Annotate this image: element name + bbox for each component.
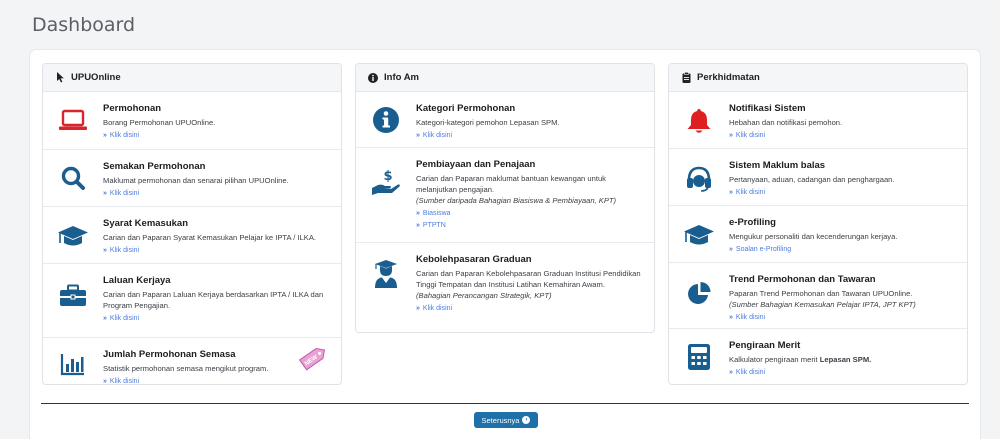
list-item-notifikasi: Notifikasi Sistem Hebahan dan notifikasi… — [669, 92, 967, 149]
item-desc: Hebahan dan notifikasi pemohon. — [729, 118, 843, 127]
biasiswa-link[interactable]: » Biasiswa — [416, 209, 646, 219]
item-title: Syarat Kemasukan — [103, 218, 189, 229]
divider — [41, 403, 969, 404]
klik-disini-link[interactable]: » Klik disini — [416, 131, 646, 141]
briefcase-icon — [57, 280, 89, 312]
klik-disini-link[interactable]: » Klik disini — [103, 189, 333, 199]
soalan-eprofiling-link[interactable]: » Soalan e-Profiling — [729, 245, 959, 255]
chevron-right-icon: › — [522, 416, 531, 424]
item-desc: Carian dan Paparan Laluan Kerjaya berdas… — [103, 290, 324, 310]
item-desc: Pertanyaan, aduan, cadangan dan pengharg… — [729, 175, 895, 184]
list-item-permohonan: Permohonan Borang Permohonan UPUOnline. … — [43, 92, 341, 150]
list-item-syarat: Syarat Kemasukan Carian dan Paparan Syar… — [43, 207, 341, 264]
item-desc: Maklumat permohonan dan senarai pilihan … — [103, 176, 289, 185]
item-title: Kebolehpasaran Graduan — [416, 254, 532, 265]
card-header-perkhidmatan: Perkhidmatan — [669, 64, 967, 92]
item-desc: Kalkulator pengiraan merit Lepasan SPM. — [729, 355, 872, 364]
klik-disini-link[interactable]: » Klik disini — [103, 131, 333, 141]
item-title: Notifikasi Sistem — [729, 103, 806, 114]
item-source: (Sumber daripada Bahagian Biasiswa & Pem… — [416, 196, 617, 205]
item-source: (Bahagian Perancangan Strategik, KPT) — [416, 291, 552, 300]
hand-dollar-icon: $ — [370, 166, 402, 198]
item-title: Kategori Permohonan — [416, 103, 516, 114]
item-title: Pembiayaan dan Penajaan — [416, 159, 536, 170]
dashboard-page: Dashboard UPUOnline Permohonan Borang Pe… — [0, 0, 1000, 439]
item-title: Pengiraan Merit — [729, 340, 801, 351]
item-source: (Sumber Bahagian Kemasukan Pelajar IPTA,… — [729, 300, 916, 309]
card-title: Perkhidmatan — [697, 72, 760, 83]
item-title: Semakan Permohonan — [103, 161, 206, 172]
list-item-pembiayaan: $ Pembiayaan dan Penajaan Carian dan Pap… — [356, 148, 654, 243]
item-title: e-Profiling — [729, 217, 776, 228]
item-title: Laluan Kerjaya — [103, 275, 171, 286]
list-item-laluan: Laluan Kerjaya Carian dan Paparan Laluan… — [43, 264, 341, 338]
pie-chart-icon — [683, 278, 715, 310]
list-item-jumlah: Jumlah Permohonan Semasa Statistik permo… — [43, 338, 341, 384]
info-circle-icon — [370, 104, 402, 136]
cursor-pointer-icon — [54, 72, 66, 84]
info-circle-icon — [367, 72, 379, 84]
item-title: Trend Permohonan dan Tawaran — [729, 274, 876, 285]
card-header-info-am: Info Am — [356, 64, 654, 92]
calculator-icon — [683, 341, 715, 373]
item-title: Sistem Maklum balas — [729, 160, 826, 171]
item-desc: Kategori-kategori pemohon Lepasan SPM. — [416, 118, 560, 127]
item-desc: Paparan Trend Permohonan dan Tawaran UPU… — [729, 289, 916, 309]
item-title: Permohonan — [103, 103, 162, 114]
klik-disini-link[interactable]: » Klik disini — [416, 304, 646, 314]
laptop-icon — [57, 105, 89, 137]
graduate-user-icon — [370, 258, 402, 290]
card-perkhidmatan: Perkhidmatan Notifikasi Sistem Hebahan d… — [668, 63, 968, 385]
item-desc: Borang Permohonan UPUOnline. — [103, 118, 216, 127]
graduation-cap-icon — [57, 220, 89, 252]
klik-disini-link[interactable]: » Klik disini — [729, 131, 959, 141]
graduation-cap-icon — [683, 219, 715, 251]
bar-chart-icon — [57, 348, 89, 380]
clipboard-icon — [680, 72, 692, 84]
seterusnya-button[interactable]: Seterusnya › — [474, 412, 538, 428]
list-item-eprofiling: e-Profiling Mengukur personaliti dan kec… — [669, 206, 967, 263]
klik-disini-link[interactable]: » Klik disini — [103, 314, 333, 324]
search-icon — [57, 162, 89, 194]
page-title: Dashboard — [32, 14, 136, 36]
list-item-merit: Pengiraan Merit Kalkulator pengiraan mer… — [669, 329, 967, 384]
list-item-kebolehpasaran: Kebolehpasaran Graduan Carian dan Papara… — [356, 243, 654, 332]
klik-disini-link[interactable]: » Klik disini — [729, 188, 959, 198]
svg-text:$: $ — [383, 169, 392, 184]
card-title: Info Am — [384, 72, 420, 83]
item-desc: Carian dan Paparan maklumat bantuan kewa… — [416, 174, 617, 205]
item-desc: Carian dan Paparan Syarat Kemasukan Pela… — [103, 233, 317, 242]
klik-disini-link[interactable]: » Klik disini — [729, 313, 959, 323]
card-upuonline: UPUOnline Permohonan Borang Permohonan U… — [42, 63, 342, 385]
list-item-kategori: Kategori Permohonan Kategori-kategori pe… — [356, 92, 654, 148]
button-label: Seterusnya — [481, 415, 520, 425]
list-item-trend: Trend Permohonan dan Tawaran Paparan Tre… — [669, 263, 967, 329]
headset-icon — [683, 162, 715, 194]
new-tag-icon: NEW — [297, 344, 329, 377]
item-desc: Mengukur personaliti dan kecenderungan k… — [729, 232, 898, 241]
card-info-am: Info Am Kategori Permohonan Kategori-kat… — [355, 63, 655, 333]
klik-disini-link[interactable]: » Klik disini — [103, 246, 333, 256]
klik-disini-link[interactable]: » Klik disini — [729, 368, 959, 378]
ptptn-link[interactable]: » PTPTN — [416, 221, 646, 231]
card-title: UPUOnline — [71, 72, 121, 83]
list-item-maklum-balas: Sistem Maklum balas Pertanyaan, aduan, c… — [669, 149, 967, 206]
bell-icon — [683, 105, 715, 137]
klik-disini-link[interactable]: » Klik disini — [103, 377, 333, 384]
item-desc: Carian dan Paparan Kebolehpasaran Gradua… — [416, 269, 641, 300]
list-item-semakan: Semakan Permohonan Maklumat permohonan d… — [43, 150, 341, 207]
card-header-upuonline: UPUOnline — [43, 64, 341, 92]
